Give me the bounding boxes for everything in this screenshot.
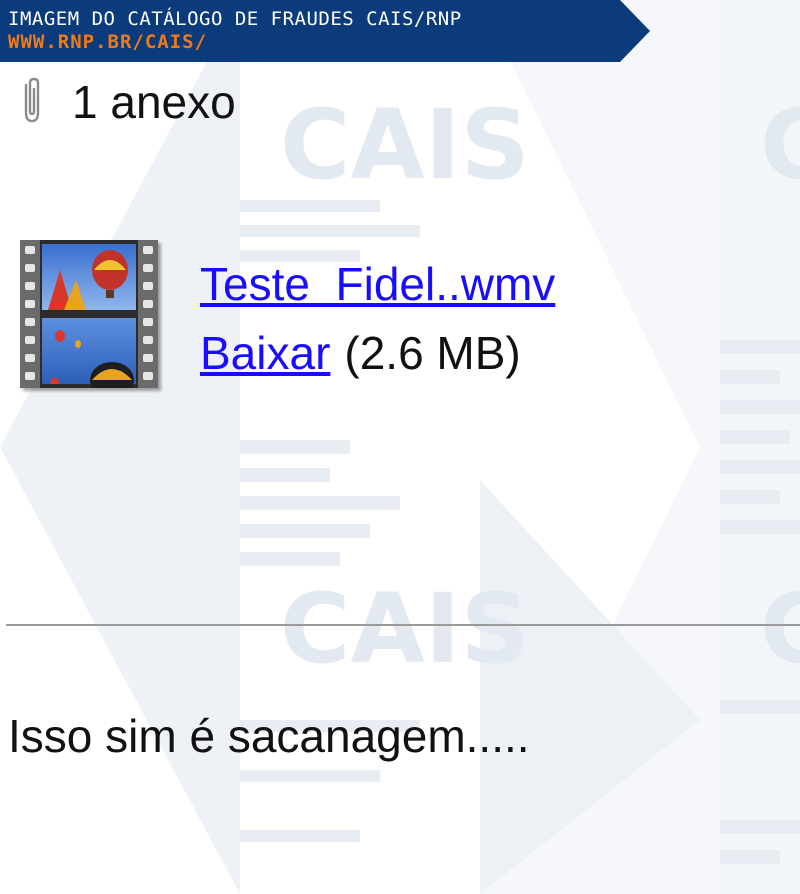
- video-thumbnail[interactable]: [20, 240, 158, 398]
- download-link[interactable]: Baixar: [200, 327, 330, 379]
- email-body: 1 anexo Teste Fidel..wmv Baixar (2.6 MB)…: [0, 0, 800, 894]
- divider: [6, 624, 800, 626]
- attachment-filename-link[interactable]: Teste Fidel..wmv: [200, 256, 555, 312]
- message-text: Isso sim é sacanagem.....: [8, 710, 530, 762]
- paperclip-icon: [16, 77, 46, 127]
- banner-url[interactable]: WWW.RNP.BR/CAIS/: [8, 31, 207, 53]
- banner-title: IMAGEM DO CATÁLOGO DE FRAUDES CAIS/RNP: [8, 8, 462, 30]
- file-size: (2.6 MB): [344, 327, 521, 379]
- attachment-count-label: 1 anexo: [72, 76, 236, 128]
- attachment-count: 1 anexo: [16, 74, 236, 130]
- download-row: Baixar (2.6 MB): [200, 325, 521, 381]
